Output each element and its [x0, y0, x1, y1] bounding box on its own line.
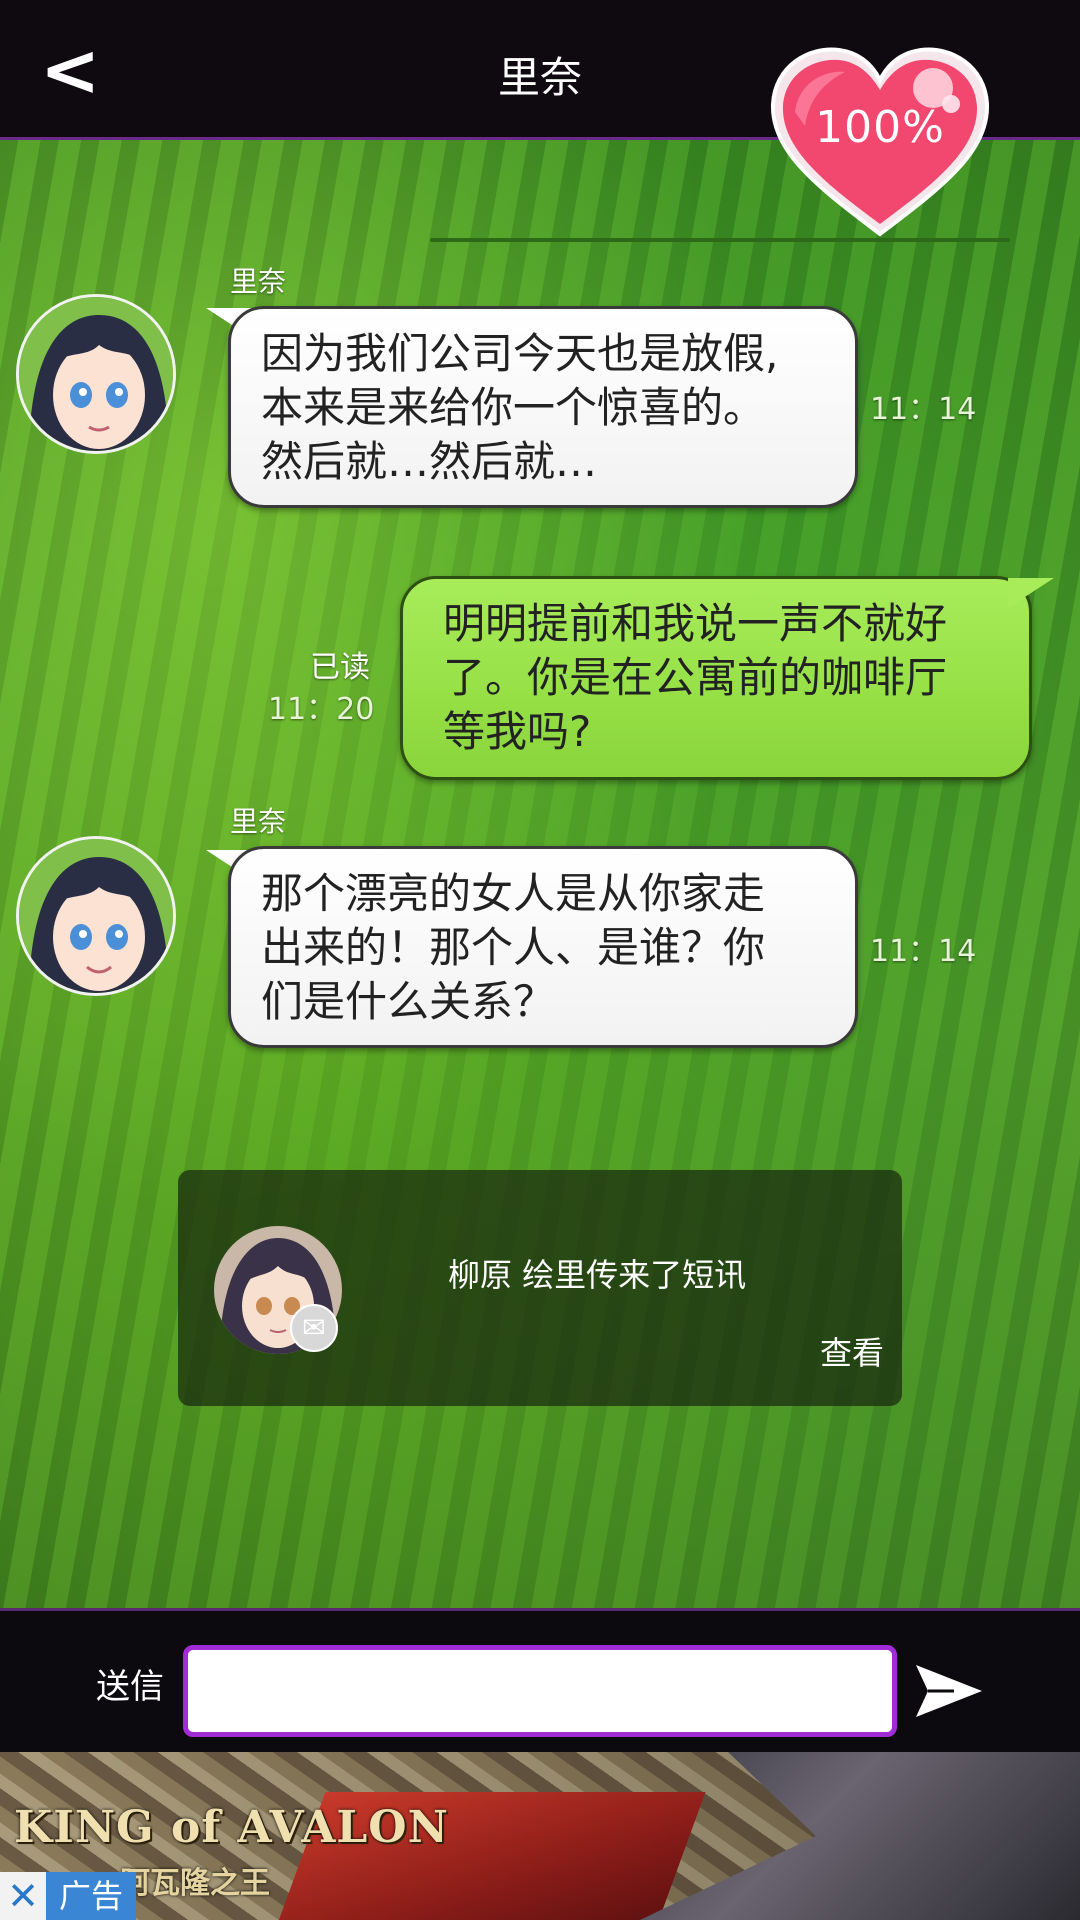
send-bar: 送信: [0, 1608, 1080, 1752]
message-line: 们是什么关系？: [261, 977, 556, 1026]
mail-icon: ✉: [290, 1304, 338, 1352]
chat-area[interactable]: 里奈 因为我们公司今天也是放假, 本来是来给你一个惊喜的。 然后就…然后就… 1…: [0, 140, 1080, 1608]
message-bubble[interactable]: 明明提前和我说一声不就好 了。你是在公寓前的咖啡厅 等我吗?: [400, 576, 1032, 780]
message-time: 11：14: [870, 392, 977, 427]
message-time: 11：14: [870, 934, 977, 969]
message-line: 然后就…然后就…: [261, 437, 598, 486]
message-bubble[interactable]: 那个漂亮的女人是从你家走 出来的！那个人、是谁？你 们是什么关系？: [228, 846, 858, 1048]
message-line: 明明提前和我说一声不就好: [443, 599, 948, 648]
avatar[interactable]: [16, 836, 176, 996]
ad-art: [640, 1752, 1080, 1920]
view-button[interactable]: 查看: [820, 1328, 884, 1374]
ad-label: 广告: [46, 1872, 136, 1920]
affection-percent: 100%: [815, 102, 945, 153]
ad-banner[interactable]: KING of AVALON 阿瓦隆之王: [0, 1752, 1080, 1920]
read-status: 已读: [310, 650, 370, 685]
sender-name: 里奈: [230, 265, 287, 298]
message-bubble[interactable]: 因为我们公司今天也是放假, 本来是来给你一个惊喜的。 然后就…然后就…: [228, 306, 858, 508]
incoming-message-notice[interactable]: ✉ 柳原 绘里传来了短讯 查看: [178, 1170, 902, 1406]
notice-text: 柳原 绘里传来了短讯: [448, 1256, 747, 1294]
message-line: 了。你是在公寓前的咖啡厅: [443, 653, 948, 702]
message-line: 出来的！那个人、是谁？你: [261, 923, 766, 972]
bubble-tail: [1008, 578, 1054, 608]
message-input[interactable]: [183, 1645, 897, 1737]
avatar[interactable]: [16, 294, 176, 454]
message-line: 因为我们公司今天也是放假,: [261, 329, 779, 378]
send-arrow-icon[interactable]: [914, 1661, 984, 1721]
send-label: 送信: [96, 1667, 164, 1707]
close-icon[interactable]: ✕: [0, 1872, 46, 1920]
message-time: 11：20: [268, 692, 375, 727]
sender-name: 里奈: [230, 805, 287, 838]
message-line: 等我吗?: [443, 707, 592, 756]
message-line: 那个漂亮的女人是从你家走: [261, 869, 766, 918]
message-line: 本来是来给你一个惊喜的。: [261, 383, 766, 432]
ad-logo-subtitle: 阿瓦隆之王: [120, 1866, 270, 1901]
ad-logo: KING of AVALON: [14, 1802, 449, 1853]
